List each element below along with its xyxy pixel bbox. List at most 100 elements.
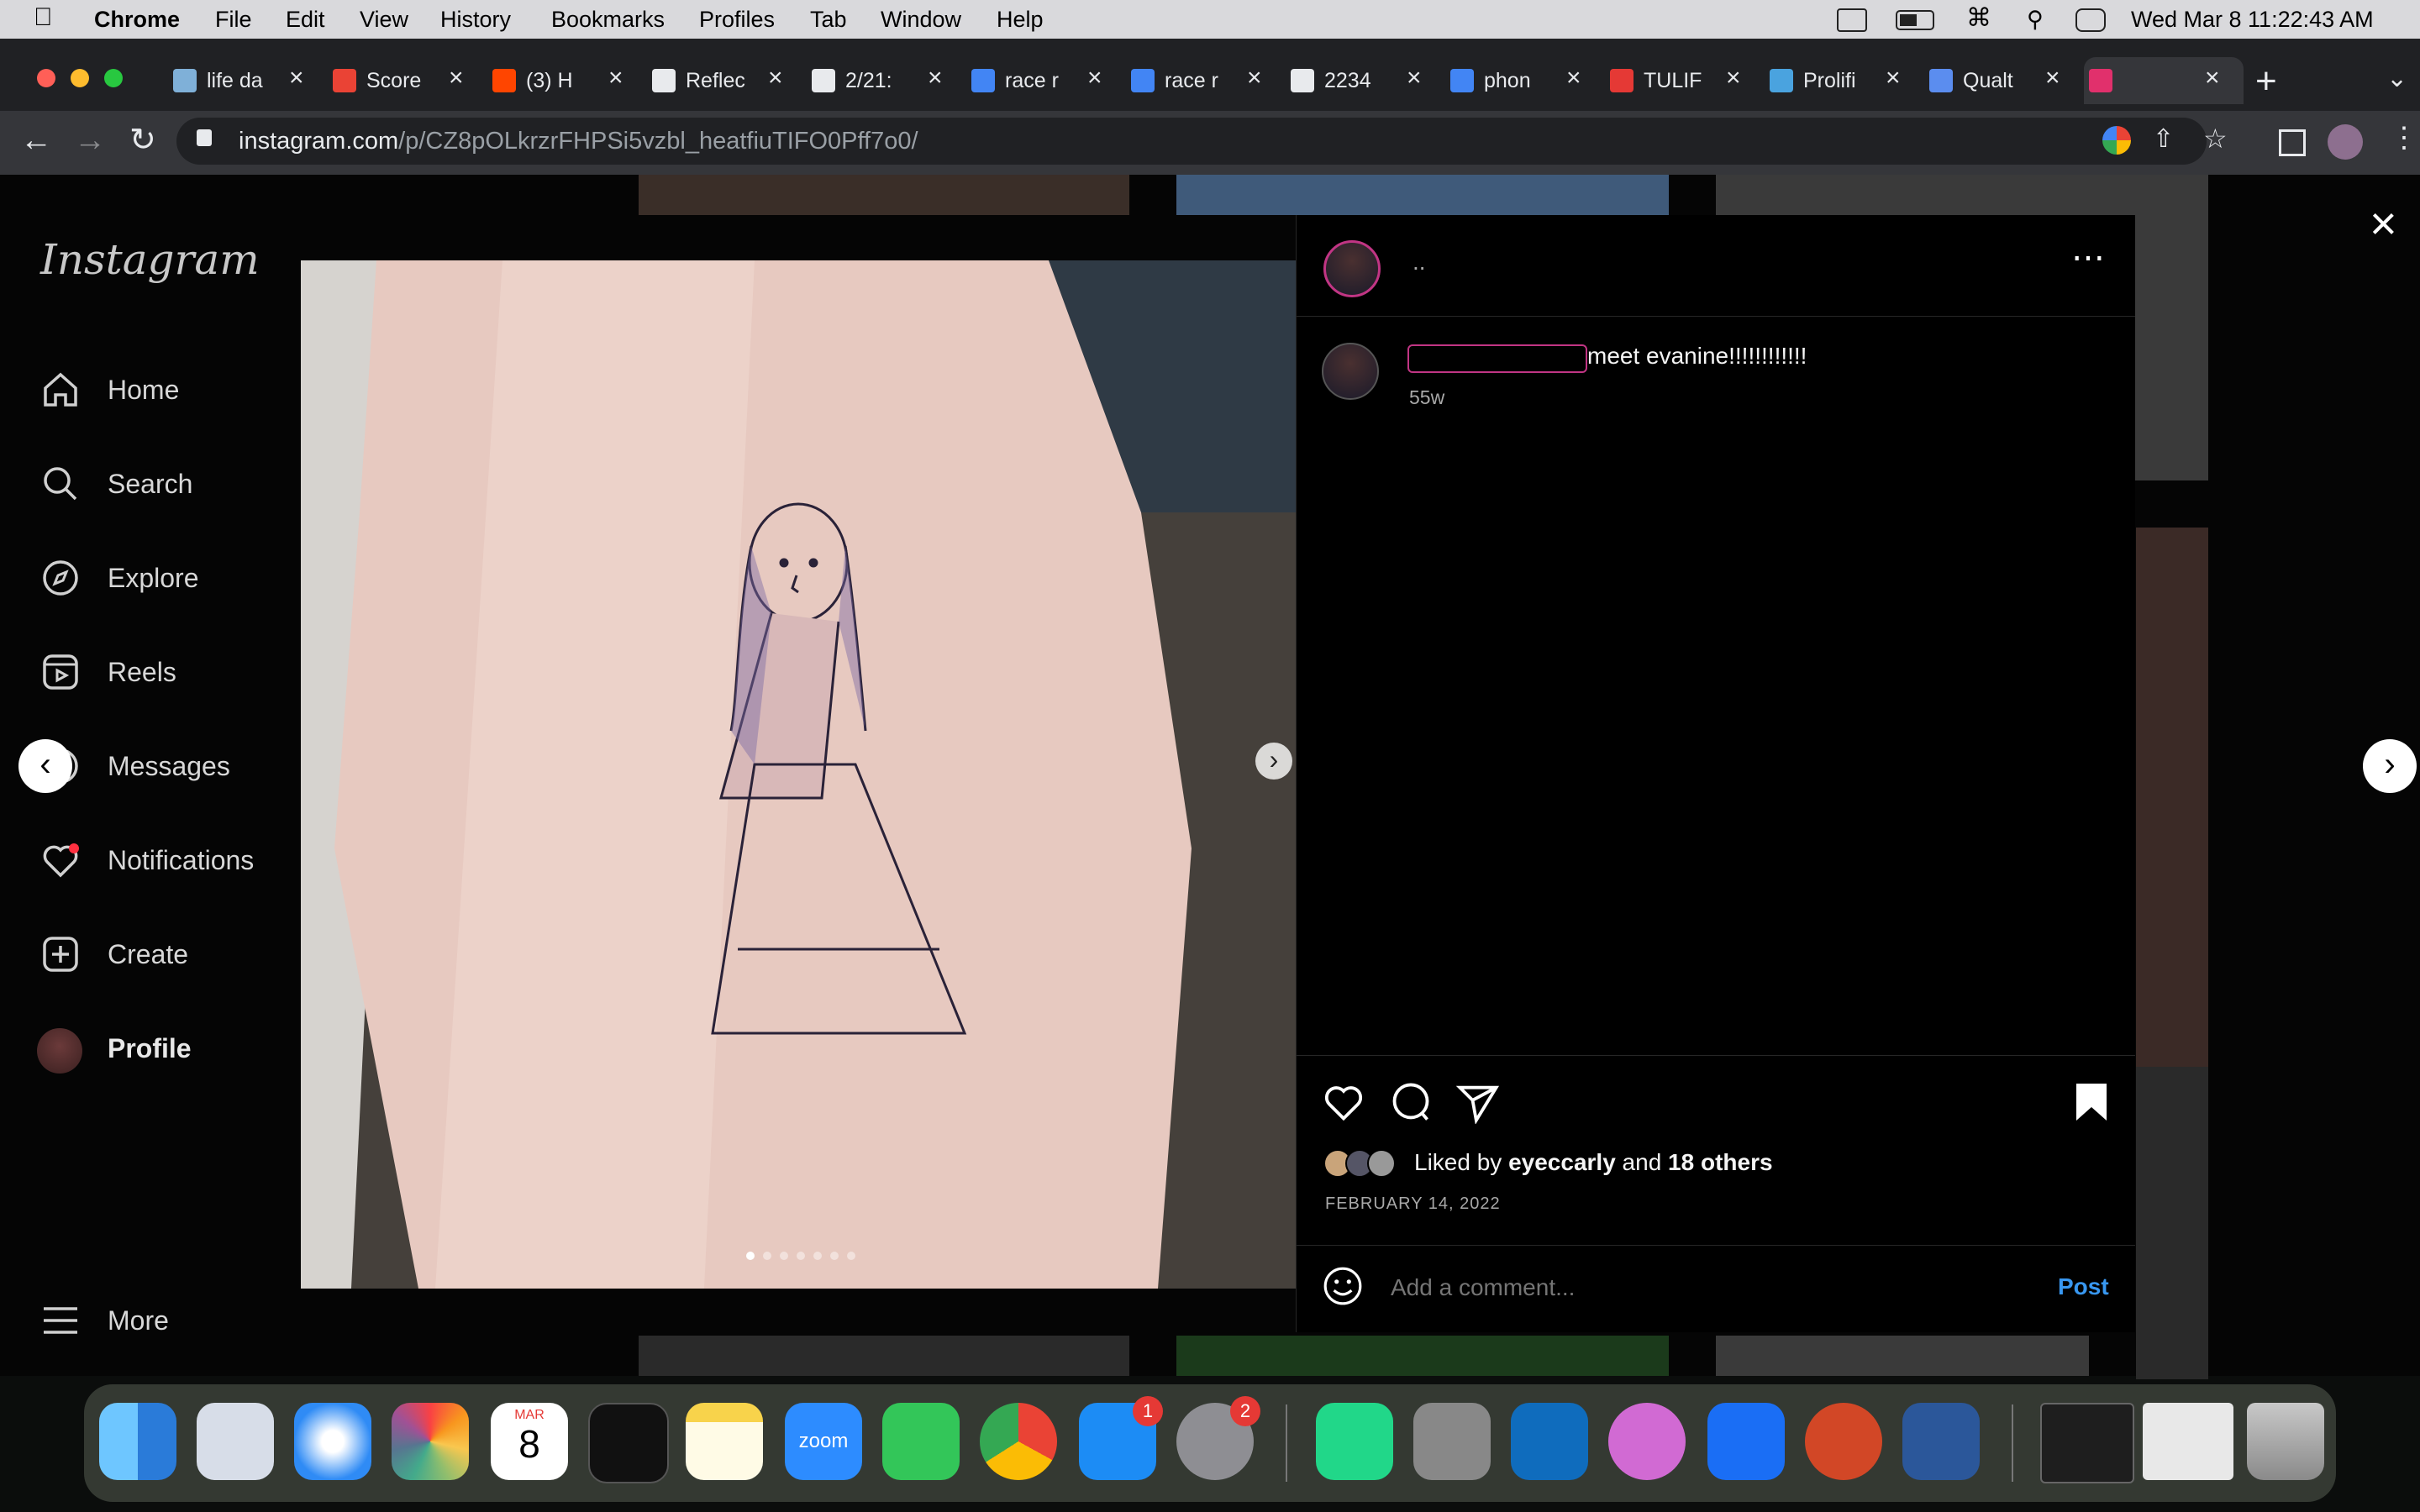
tab-close-icon[interactable]: × <box>449 64 464 92</box>
chrome-icon[interactable] <box>980 1403 1057 1480</box>
browser-tab[interactable]: life da × <box>168 57 328 104</box>
side-panel-icon[interactable] <box>2279 129 2306 156</box>
liked-by-others[interactable]: 18 others <box>1668 1149 1773 1175</box>
word-icon[interactable] <box>1902 1403 1980 1480</box>
menu-profiles[interactable]: Profiles <box>699 7 775 33</box>
finder-icon[interactable] <box>99 1403 176 1480</box>
browser-tab[interactable]: Reflec × <box>647 57 807 104</box>
author-username[interactable]: .. <box>1413 249 1426 276</box>
save-bookmark-icon[interactable] <box>2071 1080 2112 1124</box>
emoji-icon[interactable] <box>1322 1265 1364 1307</box>
tab-close-icon[interactable]: × <box>768 64 783 92</box>
tab-close-icon[interactable]: × <box>1407 64 1422 92</box>
tab-search-chevron-icon[interactable]: ⌄ <box>2386 64 2407 93</box>
chrome-menu-icon[interactable]: ⋮ <box>2390 121 2418 155</box>
menu-window[interactable]: Window <box>881 7 961 33</box>
bookmark-star-icon[interactable]: ☆ <box>2203 123 2228 155</box>
app-menu[interactable]: Chrome <box>94 7 180 33</box>
app-icon[interactable] <box>1608 1403 1686 1480</box>
trash-icon[interactable] <box>2247 1403 2324 1480</box>
word-processor-icon[interactable] <box>1707 1403 1785 1480</box>
browser-tab[interactable]: race r × <box>1126 57 1286 104</box>
minimize-window-button[interactable] <box>71 69 89 87</box>
keyboard-icon[interactable] <box>1837 8 1867 32</box>
tab-close-icon[interactable]: × <box>2045 64 2060 92</box>
close-window-button[interactable] <box>37 69 55 87</box>
next-post-button[interactable]: › <box>2363 739 2417 793</box>
menubar-clock[interactable]: Wed Mar 8 11:22:43 AM <box>2131 7 2374 33</box>
reload-icon[interactable]: ↻ <box>129 121 156 159</box>
menu-bookmarks[interactable]: Bookmarks <box>551 7 665 33</box>
tab-close-icon[interactable]: × <box>608 64 623 92</box>
menu-edit[interactable]: Edit <box>286 7 325 33</box>
omnibox[interactable]: instagram.com/p/CZ8pOLkrzrFHPSi5vzbl_hea… <box>176 118 2228 165</box>
comment-icon[interactable] <box>1389 1080 1433 1124</box>
author-avatar[interactable] <box>1323 240 1381 297</box>
notes-icon[interactable] <box>686 1403 763 1480</box>
menu-tab[interactable]: Tab <box>810 7 847 33</box>
tab-close-icon[interactable]: × <box>2205 64 2220 92</box>
share-icon[interactable]: ⇧ <box>2153 124 2174 154</box>
launchpad-icon[interactable] <box>197 1403 274 1480</box>
control-center-icon[interactable] <box>2075 8 2106 32</box>
post-comment-button[interactable]: Post <box>2058 1273 2109 1300</box>
post-image[interactable]: › <box>301 260 1296 1289</box>
tab-close-icon[interactable]: × <box>1247 64 1262 92</box>
terminal-window-thumbnail[interactable] <box>2040 1403 2134 1483</box>
google-lens-icon[interactable] <box>2102 126 2131 155</box>
photos-icon[interactable] <box>392 1403 469 1480</box>
browser-tab[interactable]: race r × <box>966 57 1126 104</box>
terminal-icon[interactable] <box>588 1403 669 1483</box>
share-paper-plane-icon[interactable] <box>1456 1080 1500 1124</box>
pycharm-icon[interactable] <box>1316 1403 1393 1480</box>
browser-tab[interactable]: Prolifi × <box>1765 57 1924 104</box>
system-settings-icon[interactable]: 2 <box>1176 1396 1260 1480</box>
powerpoint-icon[interactable] <box>1805 1403 1882 1480</box>
browser-tab[interactable]: phon × <box>1445 57 1605 104</box>
menu-history[interactable]: History <box>440 7 511 33</box>
zoom-window-button[interactable] <box>104 69 123 87</box>
liked-by-user[interactable]: eyeccarly <box>1508 1149 1616 1175</box>
tab-close-icon[interactable]: × <box>1566 64 1581 92</box>
tab-close-icon[interactable]: × <box>1886 64 1901 92</box>
browser-tab[interactable]: (3) H × <box>487 57 647 104</box>
tab-close-icon[interactable]: × <box>1087 64 1102 92</box>
browser-tab[interactable]: 2234 × <box>1286 57 1445 104</box>
tab-close-icon[interactable]: × <box>1726 64 1741 92</box>
caption-avatar[interactable] <box>1322 343 1379 400</box>
app-store-icon[interactable]: 1 <box>1079 1396 1163 1480</box>
carousel-next-button[interactable]: › <box>1255 743 1292 780</box>
safari-icon[interactable] <box>294 1403 371 1480</box>
calendar-icon[interactable]: MAR 8 <box>491 1403 568 1480</box>
lock-icon[interactable] <box>197 129 212 146</box>
spotlight-icon[interactable]: ⚲ <box>2027 7 2044 33</box>
browser-tab[interactable]: × <box>2084 57 2244 104</box>
menu-help[interactable]: Help <box>997 7 1044 33</box>
menu-file[interactable]: File <box>215 7 252 33</box>
close-modal-button[interactable]: × <box>2370 200 2397 247</box>
previous-post-button[interactable]: ‹ <box>18 739 72 793</box>
chrome-window-thumbnail[interactable] <box>2143 1403 2233 1480</box>
browser-tab[interactable]: Score × <box>328 57 487 104</box>
browser-tab[interactable]: 2/21: × <box>807 57 966 104</box>
profile-avatar[interactable] <box>2328 124 2363 160</box>
tab-close-icon[interactable]: × <box>289 64 304 92</box>
browser-tab[interactable]: TULIF × <box>1605 57 1765 104</box>
more-options-icon[interactable]: ⋯ <box>2071 239 2105 277</box>
menu-view[interactable]: View <box>360 7 408 33</box>
new-tab-button[interactable]: + <box>2255 60 2277 102</box>
tab-close-icon[interactable]: × <box>928 64 943 92</box>
zoom-icon[interactable]: zoom <box>785 1403 862 1480</box>
utilities-icon[interactable] <box>1413 1403 1491 1480</box>
back-arrow-icon[interactable]: ← <box>20 123 52 159</box>
messages-icon[interactable] <box>882 1403 960 1480</box>
forward-arrow-icon[interactable]: → <box>74 123 106 159</box>
comment-input[interactable] <box>1389 1268 1981 1307</box>
liked-by-text[interactable]: Liked by eyeccarly and 18 others <box>1414 1149 1773 1176</box>
battery-icon[interactable] <box>1896 10 1934 30</box>
instagram-logo[interactable]: Instagram <box>40 235 260 284</box>
wifi-icon[interactable]: ⌘ <box>1966 3 1991 33</box>
apple-icon[interactable]:  <box>34 3 53 32</box>
outlook-icon[interactable] <box>1511 1403 1588 1480</box>
browser-tab[interactable]: Qualt × <box>1924 57 2084 104</box>
